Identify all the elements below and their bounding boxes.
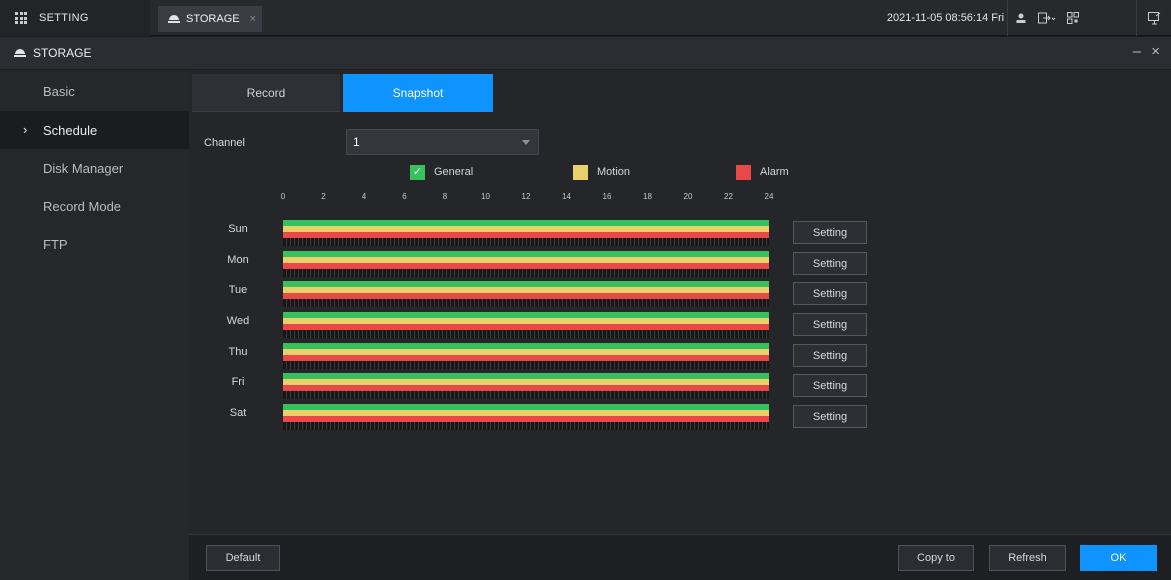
hour-axis: 0 2 4 6 8 10 12 14 16 18 20 22 24 [280,192,774,204]
day-label-mon: Mon [227,254,249,266]
hour-tick: 24 [764,192,774,201]
schedule-bar-tue[interactable] [283,281,769,307]
day-label-sat: Sat [229,407,247,419]
hour-tick: 0 [280,192,286,201]
hour-tick: 10 [481,192,490,201]
channel-select[interactable]: 1 [346,129,539,155]
hour-tick: 6 [402,192,407,201]
default-button[interactable]: Default [206,545,280,571]
grid-menu-icon [15,12,27,24]
top-bar: SETTING STORAGE × 2021-11-05 08:56:14 Fr… [0,0,1171,36]
hour-tick: 12 [521,192,531,201]
sidebar-item-schedule[interactable]: › Schedule [0,111,189,149]
setting-button-mon[interactable]: Setting [793,252,867,275]
setting-button-sun[interactable]: Setting [793,221,867,244]
legend-alarm[interactable]: Alarm [736,163,789,181]
logout-icon[interactable] [1034,0,1060,36]
legend-general[interactable]: ✓ General [410,163,473,181]
sidebar-item-label: Schedule [43,122,98,138]
day-label-thu: Thu [228,346,248,358]
setting-menu-button[interactable]: SETTING [0,0,150,36]
window-title: STORAGE [33,46,92,60]
chevron-down-icon [522,140,530,145]
setting-button-fri[interactable]: Setting [793,374,867,397]
setting-button-wed[interactable]: Setting [793,313,867,336]
tab-record[interactable]: Record [192,74,340,112]
day-label-tue: Tue [228,284,248,296]
hour-tick: 14 [562,192,571,201]
hour-tick: 22 [724,192,733,201]
hour-tick: 18 [643,192,652,201]
schedule-bar-fri[interactable] [283,373,769,399]
refresh-button[interactable]: Refresh [989,545,1066,571]
sidebar-item-label: FTP [43,236,68,252]
setting-button-thu[interactable]: Setting [793,344,867,367]
day-label-sun: Sun [228,223,248,235]
day-label-fri: Fri [231,376,245,388]
day-label-wed: Wed [226,315,250,327]
user-icon[interactable] [1008,0,1034,36]
checkbox-checked-icon[interactable]: ✓ [410,164,425,180]
sidebar-item-label: Record Mode [43,198,122,214]
datetime-display: 2021-11-05 08:56:14 Fri [884,0,1008,36]
footer-bar: Default Copy to Refresh OK [189,534,1171,580]
sidebar-item-label: Disk Manager [43,160,124,176]
sidebar-item-basic[interactable]: Basic [0,72,189,110]
channel-label: Channel [204,137,245,149]
hour-tick: 16 [602,192,612,201]
window-controls[interactable]: – × [1133,43,1163,60]
channel-value: 1 [353,135,360,149]
schedule-bar-mon[interactable] [283,251,769,277]
legend-label: General [434,166,474,178]
schedule-bar-thu[interactable] [283,343,769,369]
hour-tick: 4 [361,192,367,201]
sidebar: Basic › Schedule Disk Manager Record Mod… [0,70,189,580]
legend-label: Motion [597,166,631,178]
setting-button-sat[interactable]: Setting [793,405,867,428]
checkbox-icon[interactable] [573,164,588,180]
copy-to-button[interactable]: Copy to [898,545,974,571]
qr-code-icon[interactable] [1060,0,1086,36]
sidebar-item-disk-manager[interactable]: Disk Manager [0,149,189,187]
legend-label: Alarm [760,166,789,178]
hour-tick: 8 [442,192,448,201]
chevron-right-icon: › [23,122,28,137]
tab-storage[interactable]: STORAGE × [158,6,262,32]
hour-tick: 20 [683,192,693,201]
window-title-bar: STORAGE – × [0,37,1171,69]
schedule-bar-sat[interactable] [283,404,769,430]
sidebar-item-label: Basic [43,83,75,99]
main-content: Record Snapshot Channel 1 ✓ General Moti… [189,70,1171,534]
schedule-bar-wed[interactable] [283,312,769,338]
setting-label: SETTING [39,12,89,24]
setting-button-tue[interactable]: Setting [793,282,867,305]
hour-tick: 2 [321,192,326,201]
sidebar-item-record-mode[interactable]: Record Mode [0,187,189,225]
schedule-bar-sun[interactable] [283,220,769,246]
monitor-icon[interactable] [1136,0,1171,36]
ok-button[interactable]: OK [1080,545,1157,571]
legend-motion[interactable]: Motion [573,163,630,181]
sidebar-item-ftp[interactable]: FTP [0,225,189,263]
checkbox-icon[interactable] [736,164,751,180]
close-tab-icon[interactable]: × [250,13,256,25]
tab-storage-label: STORAGE [186,13,240,25]
storage-icon [14,49,26,57]
tab-snapshot[interactable]: Snapshot [343,74,493,112]
storage-icon [168,15,180,23]
